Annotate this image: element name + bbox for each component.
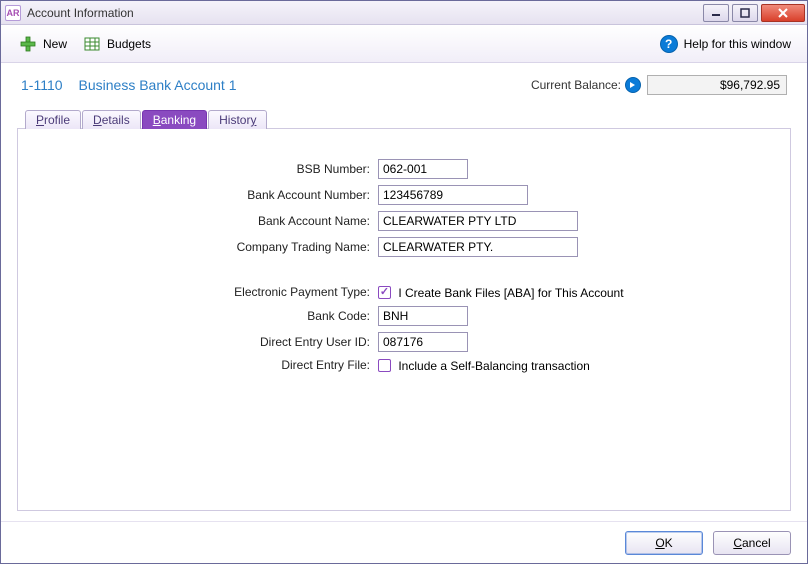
ok-button[interactable]: OK bbox=[625, 531, 703, 555]
banking-panel: BSB Number: Bank Account Number: Bank Ac… bbox=[17, 128, 791, 511]
tab-banking[interactable]: Banking bbox=[142, 110, 207, 129]
tab-strip: Profile Details Banking History bbox=[25, 109, 791, 128]
bsb-input[interactable] bbox=[378, 159, 468, 179]
toolbar: New Budgets ? Help for this window bbox=[1, 25, 807, 63]
window-controls bbox=[703, 4, 805, 22]
company-trading-name-input[interactable] bbox=[378, 237, 578, 257]
new-button[interactable]: New bbox=[11, 31, 75, 57]
arrow-right-icon[interactable] bbox=[625, 77, 641, 93]
account-number: 1-1110 bbox=[21, 77, 63, 93]
window-frame: AR Account Information New Budgets bbox=[0, 0, 808, 564]
bank-code-label: Bank Code: bbox=[38, 309, 378, 323]
content-area: 1-1110 Business Bank Account 1 Current B… bbox=[1, 63, 807, 521]
bsb-label: BSB Number: bbox=[38, 162, 378, 176]
electronic-payment-checkbox-label: I Create Bank Files [ABA] for This Accou… bbox=[398, 286, 623, 300]
electronic-payment-checkbox[interactable] bbox=[378, 286, 391, 299]
direct-entry-file-checkbox-row: Include a Self-Balancing transaction bbox=[378, 358, 590, 373]
help-icon: ? bbox=[660, 35, 678, 53]
dialog-footer: OK Cancel bbox=[1, 521, 807, 563]
close-button[interactable] bbox=[761, 4, 805, 22]
direct-entry-user-id-input[interactable] bbox=[378, 332, 468, 352]
balance-value: $96,792.95 bbox=[647, 75, 787, 95]
spreadsheet-icon bbox=[83, 35, 101, 53]
direct-entry-file-checkbox[interactable] bbox=[378, 359, 391, 372]
new-button-label: New bbox=[43, 37, 67, 51]
bank-account-number-label: Bank Account Number: bbox=[38, 188, 378, 202]
tab-history[interactable]: History bbox=[208, 110, 267, 129]
maximize-button[interactable] bbox=[732, 4, 758, 22]
help-button-label: Help for this window bbox=[684, 37, 791, 51]
electronic-payment-type-label: Electronic Payment Type: bbox=[38, 285, 378, 299]
direct-entry-user-id-label: Direct Entry User ID: bbox=[38, 335, 378, 349]
close-icon bbox=[777, 8, 789, 18]
titlebar[interactable]: AR Account Information bbox=[1, 1, 807, 25]
bank-account-number-input[interactable] bbox=[378, 185, 528, 205]
budgets-button-label: Budgets bbox=[107, 37, 151, 51]
bank-account-name-input[interactable] bbox=[378, 211, 578, 231]
minimize-icon bbox=[711, 8, 721, 18]
window-title: Account Information bbox=[27, 6, 703, 20]
help-button[interactable]: ? Help for this window bbox=[654, 31, 797, 57]
electronic-payment-checkbox-row: I Create Bank Files [ABA] for This Accou… bbox=[378, 285, 624, 300]
direct-entry-file-label: Direct Entry File: bbox=[38, 358, 378, 372]
direct-entry-file-checkbox-label: Include a Self-Balancing transaction bbox=[398, 359, 589, 373]
plus-icon bbox=[19, 35, 37, 53]
maximize-icon bbox=[740, 8, 750, 18]
tab-container: Profile Details Banking History BSB Numb… bbox=[17, 109, 791, 511]
budgets-button[interactable]: Budgets bbox=[75, 31, 159, 57]
cancel-button[interactable]: Cancel bbox=[713, 531, 791, 555]
balance-label: Current Balance: bbox=[531, 78, 621, 92]
company-trading-name-label: Company Trading Name: bbox=[38, 240, 378, 254]
minimize-button[interactable] bbox=[703, 4, 729, 22]
tab-details[interactable]: Details bbox=[82, 110, 141, 129]
account-header: 1-1110 Business Bank Account 1 Current B… bbox=[17, 75, 791, 95]
app-icon: AR bbox=[5, 5, 21, 21]
bank-account-name-label: Bank Account Name: bbox=[38, 214, 378, 228]
account-name: Business Bank Account 1 bbox=[79, 77, 531, 93]
bank-code-input[interactable] bbox=[378, 306, 468, 326]
tab-profile[interactable]: Profile bbox=[25, 110, 81, 129]
